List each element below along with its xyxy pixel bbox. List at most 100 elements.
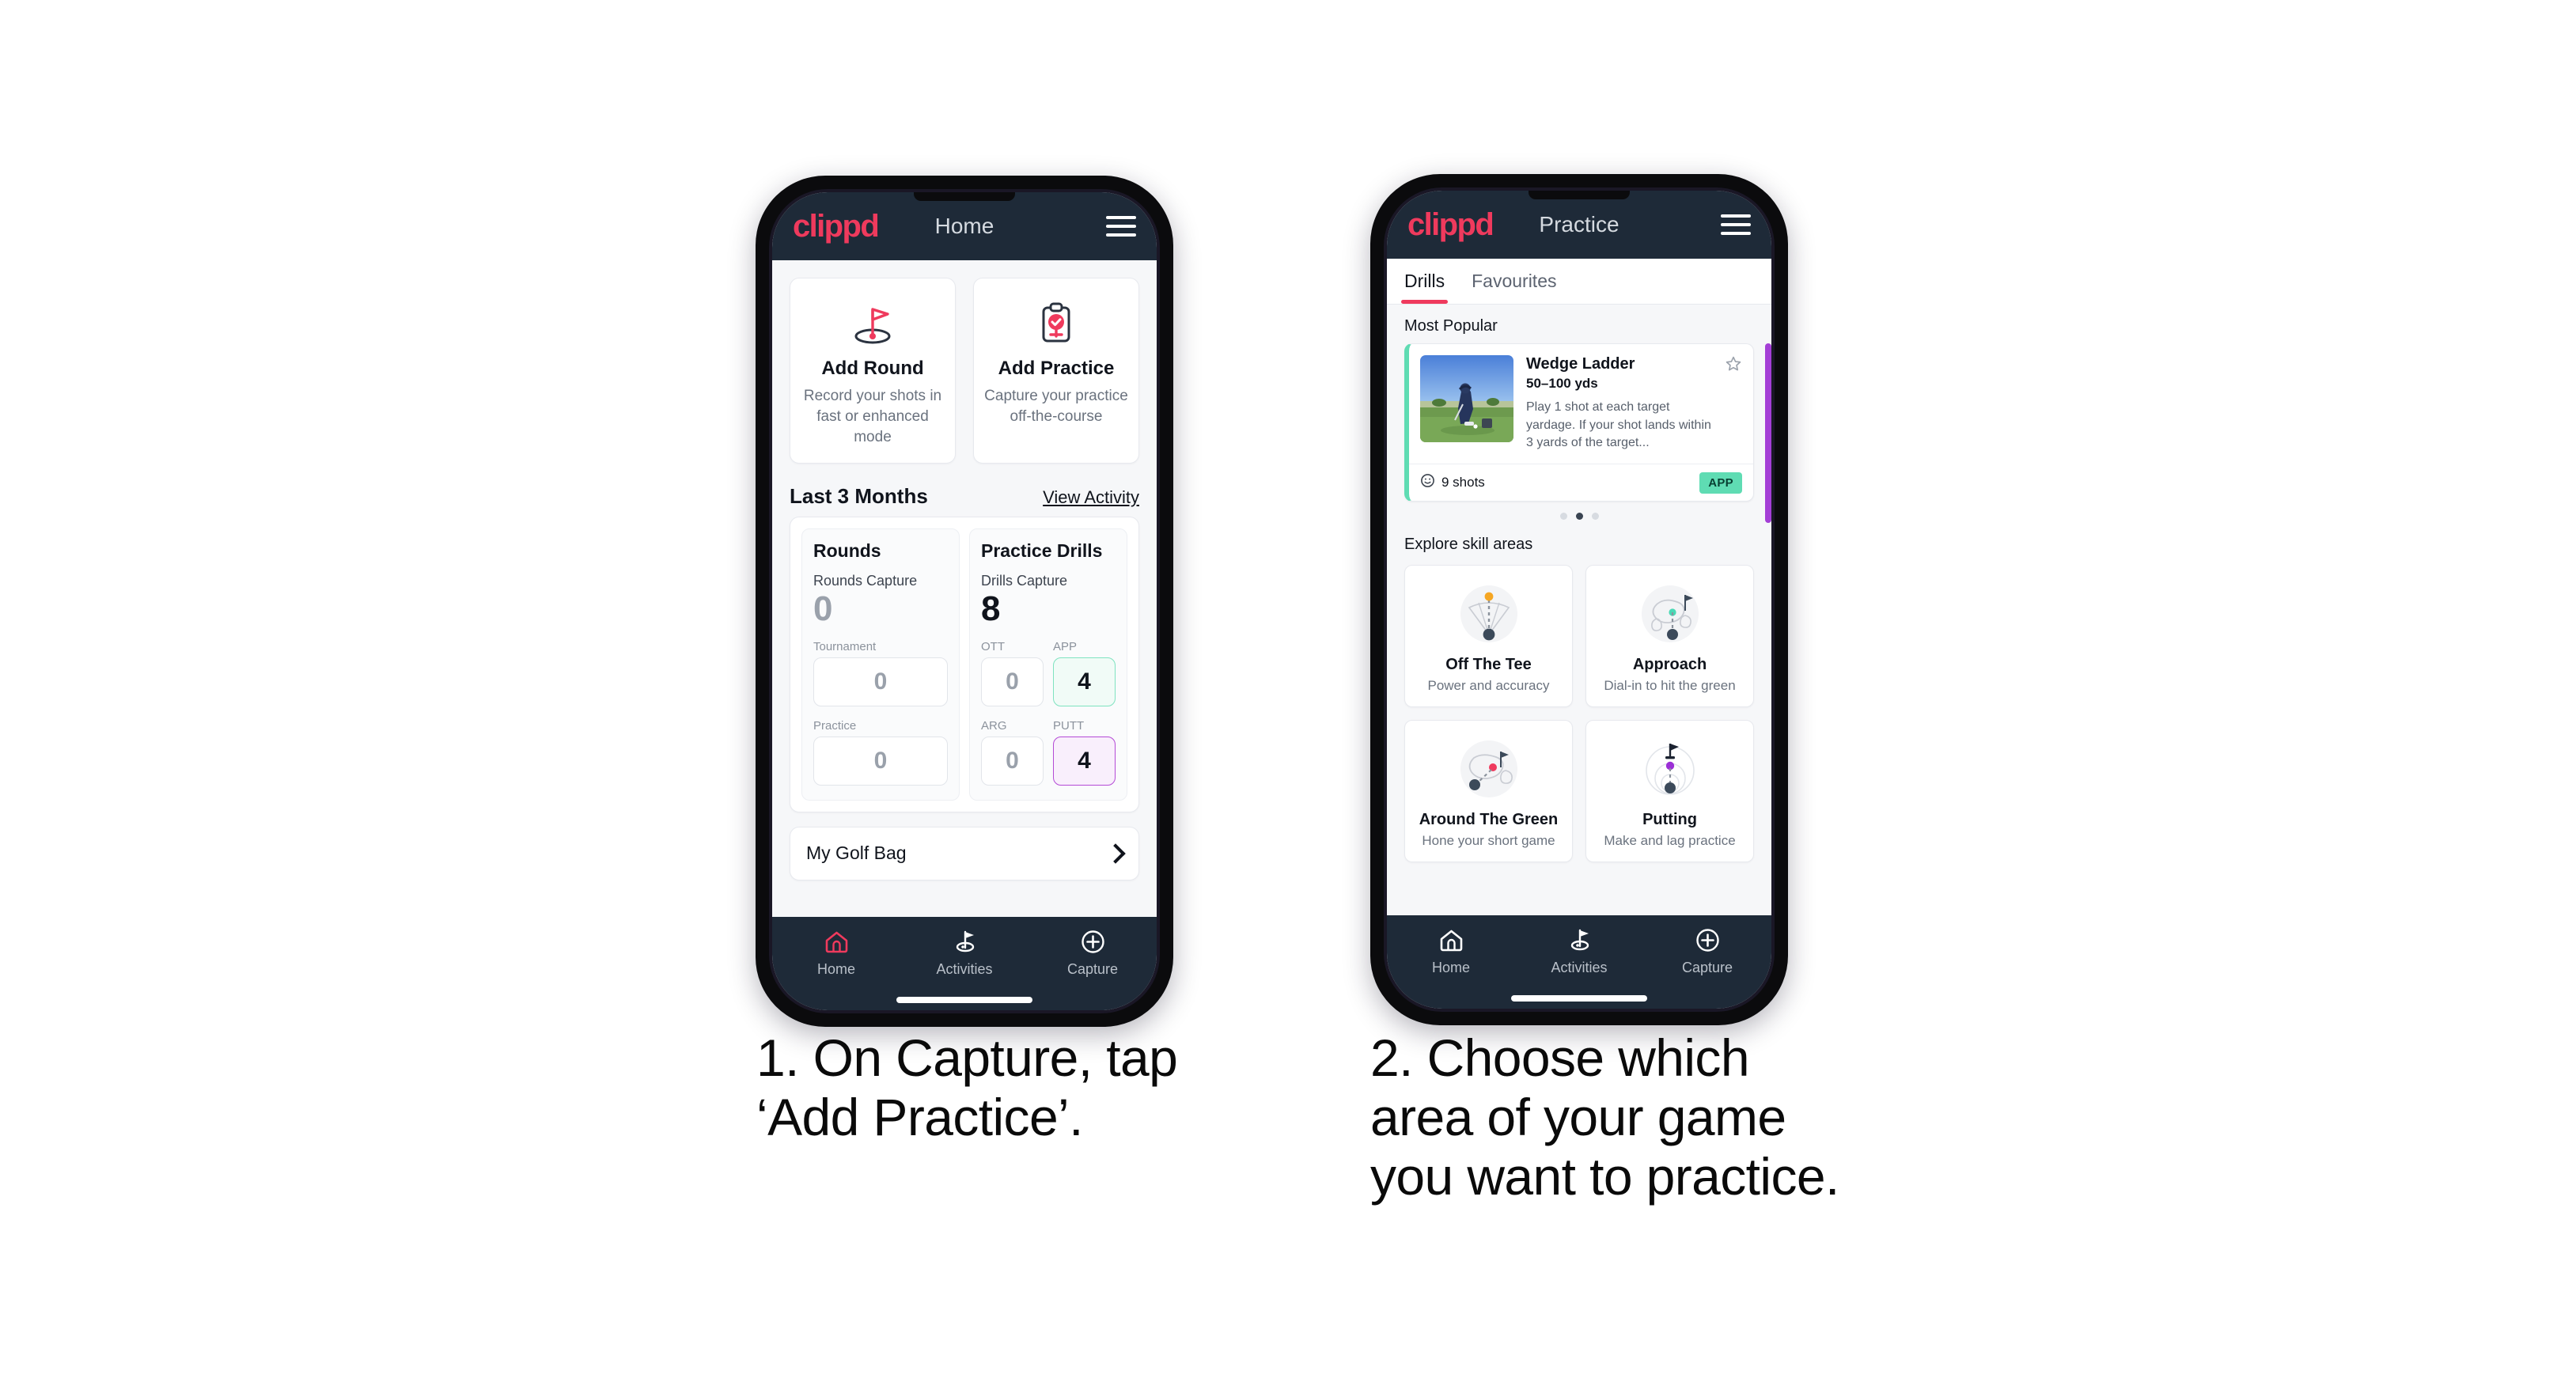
nav-item-capture[interactable]: Capture xyxy=(1029,928,1157,978)
carousel-dot[interactable] xyxy=(1559,513,1567,521)
explore-skill-areas-label: Explore skill areas xyxy=(1404,536,1533,554)
phone1-bottom-nav: Home Activities Capture xyxy=(772,917,1157,1010)
home-indicator xyxy=(1511,995,1647,1002)
practice-tile[interactable]: 0 xyxy=(813,736,948,786)
clippd-logo[interactable]: clippd xyxy=(793,210,880,242)
drills-heading: Practice Drills xyxy=(981,540,1103,561)
skill-card-around-the-green[interactable]: Around The Green Hone your short game xyxy=(1404,720,1573,863)
rounds-capture-value: 0 xyxy=(813,589,833,628)
putt-label: PUTT xyxy=(1053,718,1085,733)
nav-item-activities[interactable]: Activities xyxy=(1515,926,1643,976)
drills-capture-label: Drills Capture xyxy=(981,572,1068,589)
rounds-tile-practice: Practice 0 xyxy=(813,719,948,786)
skill-title: Approach xyxy=(1632,656,1707,674)
practice-tabs: Drills Favourites xyxy=(1387,259,1771,305)
drill-yardage: 50–100 yds xyxy=(1526,376,1598,391)
skill-subtitle: Hone your short game xyxy=(1422,833,1555,849)
phone-notch xyxy=(914,192,1015,201)
add-round-card[interactable]: Add Round Record your shots in fast or e… xyxy=(790,278,956,464)
carousel-dots[interactable] xyxy=(1404,502,1754,523)
off-the-tee-icon xyxy=(1411,577,1566,651)
tournament-tile[interactable]: 0 xyxy=(813,657,948,706)
add-practice-title: Add Practice xyxy=(998,358,1115,379)
home-icon xyxy=(824,928,849,955)
star-outline-icon[interactable] xyxy=(1725,355,1742,377)
phone1-appbar: clippd Home xyxy=(772,192,1157,260)
nav-item-home[interactable]: Home xyxy=(772,928,900,978)
most-popular-label: Most Popular xyxy=(1404,317,1498,335)
phone-mockup-home: clippd Home Add Round Record your shots … xyxy=(756,176,1173,1027)
skill-card-off-the-tee[interactable]: Off The Tee Power and accuracy xyxy=(1404,565,1573,708)
rounds-tile-tournament: Tournament 0 xyxy=(813,640,948,706)
add-practice-card[interactable]: Add Practice Capture your practice off-t… xyxy=(973,278,1139,464)
nav-item-capture[interactable]: Capture xyxy=(1643,926,1771,976)
page-root: clippd Home Add Round Record your shots … xyxy=(0,0,2576,1386)
carousel-dot[interactable] xyxy=(1591,513,1599,521)
section-title: Last 3 Months xyxy=(790,483,928,508)
rounds-column: Rounds Rounds Capture 0 Tournament 0 Pra… xyxy=(801,528,960,801)
hamburger-menu-icon[interactable] xyxy=(1106,216,1136,237)
arg-label: ARG xyxy=(981,718,1007,733)
ott-tile[interactable]: 0 xyxy=(981,657,1044,706)
phone1-screen: clippd Home Add Round Record your shots … xyxy=(772,192,1157,1010)
drill-card-wedge-ladder[interactable]: Wedge Ladder 50–100 yds Play 1 shot at e… xyxy=(1404,343,1754,502)
nav-label-home: Home xyxy=(816,961,855,977)
drill-shots-label: 9 shots xyxy=(1441,475,1485,490)
skill-title: Off The Tee xyxy=(1445,656,1532,674)
putting-icon xyxy=(1593,732,1747,806)
practice-label: Practice xyxy=(813,718,857,733)
plus-circle-icon xyxy=(1081,928,1105,955)
skill-card-putting[interactable]: Putting Make and lag practice xyxy=(1585,720,1754,863)
hamburger-menu-icon[interactable] xyxy=(1721,214,1751,235)
chevron-right-icon xyxy=(1105,843,1126,864)
drill-description: Play 1 shot at each target yardage. If y… xyxy=(1526,400,1711,450)
last-3-months-header: Last 3 Months View Activity xyxy=(772,464,1157,517)
approach-icon xyxy=(1593,577,1747,651)
tournament-label: Tournament xyxy=(813,639,877,653)
arg-tile[interactable]: 0 xyxy=(981,736,1044,786)
rounds-heading: Rounds xyxy=(813,540,881,561)
carousel-dot-active[interactable] xyxy=(1575,513,1583,521)
caption-step-2: 2. Choose which area of your game you wa… xyxy=(1370,1028,1839,1206)
app-tile[interactable]: 4 xyxy=(1053,657,1116,706)
nav-label-capture: Capture xyxy=(1681,960,1733,975)
golfer-chipping-photo xyxy=(1420,355,1513,442)
add-practice-subtitle: Capture your practice off-the-course xyxy=(984,388,1128,426)
drill-shots: 9 shots xyxy=(1420,473,1485,492)
nav-label-activities: Activities xyxy=(936,961,993,977)
golf-flag-icon xyxy=(1566,926,1593,953)
clipboard-check-icon xyxy=(982,294,1131,353)
drills-capture-value: 8 xyxy=(981,589,1001,628)
phone2-screen: clippd Practice Drills Favourites Most P… xyxy=(1387,191,1771,1009)
putt-tile[interactable]: 4 xyxy=(1053,736,1116,786)
caption-step-1: 1. On Capture, tap ‘Add Practice’. xyxy=(756,1028,1178,1147)
drill-tiles-row-1: OTT 0 APP 4 xyxy=(981,640,1116,706)
app-label: APP xyxy=(1053,639,1078,653)
around-the-green-icon xyxy=(1411,732,1566,806)
ott-label: OTT xyxy=(981,639,1005,653)
my-golf-bag-row[interactable]: My Golf Bag xyxy=(790,826,1139,880)
tab-drills[interactable]: Drills xyxy=(1400,259,1449,304)
drill-carousel[interactable]: Wedge Ladder 50–100 yds Play 1 shot at e… xyxy=(1387,343,1771,524)
tab-favourites[interactable]: Favourites xyxy=(1472,259,1556,304)
skill-title: Putting xyxy=(1642,811,1697,829)
phone2-bottom-nav: Home Activities Capture xyxy=(1387,915,1771,1009)
golf-flag-icon xyxy=(952,928,978,955)
nav-item-activities[interactable]: Activities xyxy=(900,928,1029,978)
view-activity-link[interactable]: View Activity xyxy=(1043,487,1139,508)
home-indicator xyxy=(896,997,1032,1003)
skill-title: Around The Green xyxy=(1419,811,1559,829)
nav-label-capture: Capture xyxy=(1066,961,1119,977)
phone2-content: Most Popular Wedge Ladder 50–100 yds Pla… xyxy=(1387,305,1771,915)
skill-subtitle: Make and lag practice xyxy=(1604,833,1736,849)
clippd-logo[interactable]: clippd xyxy=(1407,209,1494,240)
clock-icon xyxy=(1420,473,1435,492)
phone2-appbar: clippd Practice xyxy=(1387,191,1771,259)
skill-card-approach[interactable]: Approach Dial-in to hit the green xyxy=(1585,565,1754,708)
golf-flag-icon xyxy=(798,294,947,353)
add-round-subtitle: Record your shots in fast or enhanced mo… xyxy=(803,388,942,446)
drill-tiles-row-2: ARG 0 PUTT 4 xyxy=(981,719,1116,786)
skill-subtitle: Power and accuracy xyxy=(1427,678,1550,694)
next-drill-card-peek[interactable] xyxy=(1765,343,1771,524)
nav-item-home[interactable]: Home xyxy=(1387,926,1515,976)
